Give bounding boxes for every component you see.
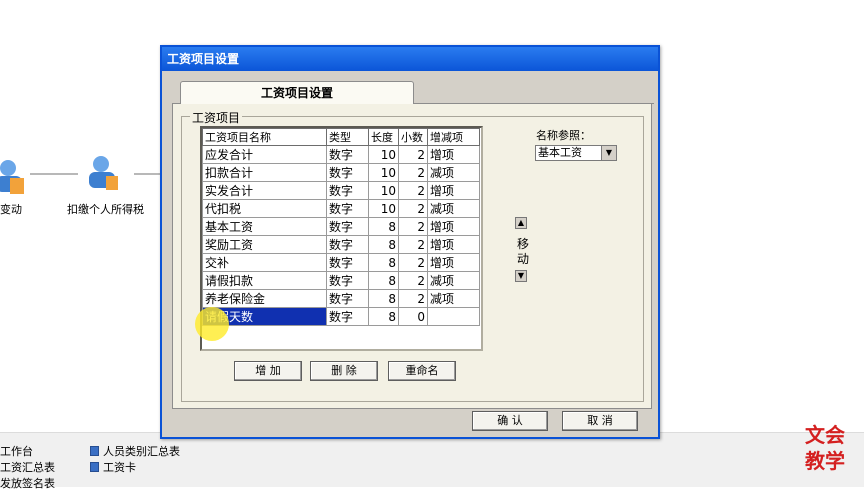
table-row[interactable]: 扣款合计 数字 10 2 减项 xyxy=(202,163,480,182)
link-workbench[interactable]: 工作台 xyxy=(0,443,33,459)
tab-salary-item-settings[interactable]: 工资项目设置 xyxy=(180,81,414,104)
cell-name[interactable]: 请假扣款 xyxy=(202,271,327,290)
dialog-titlebar[interactable]: 工资项目设置 xyxy=(162,47,658,71)
move-up-button[interactable]: ▲ xyxy=(515,217,527,229)
cell-decimals[interactable]: 2 xyxy=(398,199,428,218)
col-header-name[interactable]: 工资项目名称 xyxy=(202,128,327,146)
flow-arrow xyxy=(30,173,78,175)
cell-name[interactable]: 交补 xyxy=(202,253,327,272)
payroll-change-icon[interactable] xyxy=(0,158,28,198)
cell-name[interactable]: 基本工资 xyxy=(202,217,327,236)
move-down-button[interactable]: ▼ xyxy=(515,270,527,282)
group-label: 工资项目 xyxy=(190,109,243,126)
cell-name[interactable]: 奖励工资 xyxy=(202,235,327,254)
name-reference-label: 名称参照： xyxy=(536,129,591,142)
cell-length[interactable]: 8 xyxy=(368,289,399,308)
cell-direction[interactable]: 增项 xyxy=(427,253,480,272)
cell-length[interactable]: 10 xyxy=(368,181,399,200)
cell-name[interactable]: 扣款合计 xyxy=(202,163,327,182)
table-row[interactable]: 养老保险金 数字 8 2 减项 xyxy=(202,289,480,308)
cell-type[interactable]: 数字 xyxy=(326,217,369,236)
flow-arrow xyxy=(134,173,162,175)
cell-length[interactable]: 10 xyxy=(368,163,399,182)
cell-type[interactable]: 数字 xyxy=(326,163,369,182)
cell-decimals[interactable]: 2 xyxy=(398,235,428,254)
delete-button[interactable]: 删 除 xyxy=(310,361,378,381)
table-row[interactable]: 应发合计 数字 10 2 增项 xyxy=(202,145,480,164)
cell-name[interactable]: 应发合计 xyxy=(202,145,327,164)
cell-length[interactable]: 8 xyxy=(368,253,399,272)
cell-direction[interactable] xyxy=(427,307,480,326)
table-row-selected[interactable]: 请假天数 数字 8 0 xyxy=(202,307,480,326)
flow-label-withhold-tax[interactable]: 扣缴个人所得税 xyxy=(67,201,144,217)
rename-button[interactable]: 重命名 xyxy=(388,361,456,381)
cell-decimals[interactable]: 2 xyxy=(398,145,428,164)
cell-name[interactable]: 实发合计 xyxy=(202,181,327,200)
cell-name[interactable]: 养老保险金 xyxy=(202,289,327,308)
table-row[interactable]: 奖励工资 数字 8 2 增项 xyxy=(202,235,480,254)
cell-length[interactable]: 8 xyxy=(368,235,399,254)
cell-type[interactable]: 数字 xyxy=(326,253,369,272)
cell-length[interactable]: 8 xyxy=(368,307,399,326)
move-label: 移动 xyxy=(517,237,530,266)
table-row[interactable]: 代扣税 数字 10 2 减项 xyxy=(202,199,480,218)
col-header-decimals[interactable]: 小数 xyxy=(398,128,428,146)
link-sign-sheet[interactable]: 发放签名表 xyxy=(0,475,55,491)
cell-direction[interactable]: 增项 xyxy=(427,217,480,236)
cell-length[interactable]: 10 xyxy=(368,199,399,218)
link-category-summary[interactable]: 人员类别汇总表 xyxy=(90,443,180,459)
cell-name[interactable]: 代扣税 xyxy=(202,199,327,218)
cell-type[interactable]: 数字 xyxy=(326,199,369,218)
add-button[interactable]: 增 加 xyxy=(234,361,302,381)
brand-watermark: 文会 教学 xyxy=(805,423,845,473)
table-row[interactable]: 实发合计 数字 10 2 增项 xyxy=(202,181,480,200)
chevron-down-icon[interactable]: ▼ xyxy=(601,146,616,160)
cell-direction[interactable]: 增项 xyxy=(427,235,480,254)
withhold-tax-icon[interactable] xyxy=(86,154,120,194)
name-reference-value: 基本工资 xyxy=(538,146,582,159)
cell-type[interactable]: 数字 xyxy=(326,289,369,308)
cell-length[interactable]: 8 xyxy=(368,271,399,290)
salary-items-grid[interactable]: 工资项目名称 类型 长度 小数 增减项 应发合计 数字 10 2 增项 扣款合计… xyxy=(200,126,483,351)
salary-item-settings-dialog: 工资项目设置 工资项目设置 工资项目 工资项目名称 类型 长度 小数 增减项 应… xyxy=(160,45,660,439)
cell-decimals[interactable]: 2 xyxy=(398,181,428,200)
cell-decimals[interactable]: 2 xyxy=(398,289,428,308)
cell-length[interactable]: 10 xyxy=(368,145,399,164)
ok-button[interactable]: 确 认 xyxy=(472,411,548,431)
background-bottom-panel: 工作台 工资汇总表 发放签名表 人员类别汇总表 工资卡 xyxy=(0,432,864,490)
cell-direction[interactable]: 减项 xyxy=(427,199,480,218)
cancel-button[interactable]: 取 消 xyxy=(562,411,638,431)
document-icon xyxy=(90,446,99,456)
cell-type[interactable]: 数字 xyxy=(326,145,369,164)
cell-type[interactable]: 数字 xyxy=(326,235,369,254)
cell-decimals[interactable]: 2 xyxy=(398,271,428,290)
cell-type[interactable]: 数字 xyxy=(326,181,369,200)
col-header-type[interactable]: 类型 xyxy=(326,128,369,146)
cell-direction[interactable]: 减项 xyxy=(427,271,480,290)
table-row[interactable]: 交补 数字 8 2 增项 xyxy=(202,253,480,272)
cell-direction[interactable]: 减项 xyxy=(427,289,480,308)
table-row[interactable]: 基本工资 数字 8 2 增项 xyxy=(202,217,480,236)
cell-direction[interactable]: 增项 xyxy=(427,145,480,164)
cell-type[interactable]: 数字 xyxy=(326,271,369,290)
cell-decimals[interactable]: 2 xyxy=(398,163,428,182)
grid-header-row: 工资项目名称 类型 长度 小数 增减项 xyxy=(202,128,480,146)
col-header-length[interactable]: 长度 xyxy=(368,128,399,146)
col-header-direction[interactable]: 增减项 xyxy=(427,128,480,146)
cell-decimals[interactable]: 2 xyxy=(398,217,428,236)
cell-direction[interactable]: 增项 xyxy=(427,181,480,200)
link-salary-card[interactable]: 工资卡 xyxy=(90,459,136,475)
cell-type[interactable]: 数字 xyxy=(326,307,369,326)
flow-label-change: 变动 xyxy=(0,203,22,216)
cell-decimals[interactable]: 2 xyxy=(398,253,428,272)
cursor-highlight xyxy=(195,307,229,341)
tab-strip xyxy=(412,85,654,104)
document-icon xyxy=(90,462,99,472)
cell-direction[interactable]: 减项 xyxy=(427,163,480,182)
link-salary-summary[interactable]: 工资汇总表 xyxy=(0,459,55,475)
cell-decimals[interactable]: 0 xyxy=(398,307,428,326)
cell-length[interactable]: 8 xyxy=(368,217,399,236)
name-reference-select[interactable]: 基本工资 ▼ xyxy=(535,145,617,161)
table-row[interactable]: 请假扣款 数字 8 2 减项 xyxy=(202,271,480,290)
